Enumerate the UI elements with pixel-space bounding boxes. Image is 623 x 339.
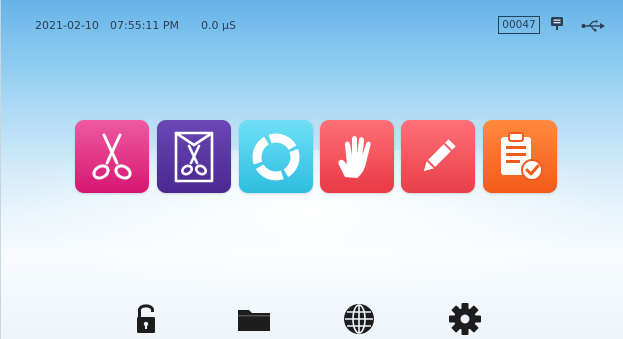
cycle-counter: 00047 <box>498 16 540 34</box>
scissors-icon <box>92 133 132 180</box>
program-tile-gloves[interactable] <box>320 120 394 193</box>
message-icon[interactable] <box>550 16 564 35</box>
globe-icon[interactable] <box>342 300 376 339</box>
date-display: 2021-02-10 <box>35 19 99 32</box>
time-display: 07:55:11 PM <box>110 19 180 32</box>
folder-icon[interactable] <box>237 304 271 336</box>
gear-icon[interactable] <box>448 300 482 339</box>
program-tile-instruments[interactable] <box>75 120 149 193</box>
usb-icon <box>581 20 605 35</box>
status-bar: 2021-02-10 07:55:11 PM 0.0 µS 00047 <box>1 0 623 34</box>
program-tile-pouched-instruments[interactable] <box>157 120 231 193</box>
pouched-scissors-icon <box>174 131 214 182</box>
program-tile-report[interactable] <box>483 120 557 193</box>
main-screen: 2021-02-10 07:55:11 PM 0.0 µS 00047 <box>0 0 623 339</box>
conductivity-display: 0.0 µS <box>201 19 236 32</box>
pencil-icon <box>423 138 456 171</box>
cycle-ring-icon <box>252 133 300 180</box>
clipboard-check-icon <box>501 131 543 181</box>
program-tile-edit[interactable] <box>401 120 475 193</box>
glove-icon <box>338 135 371 178</box>
program-tile-cycle[interactable] <box>239 120 313 193</box>
unlock-icon[interactable] <box>135 300 157 339</box>
